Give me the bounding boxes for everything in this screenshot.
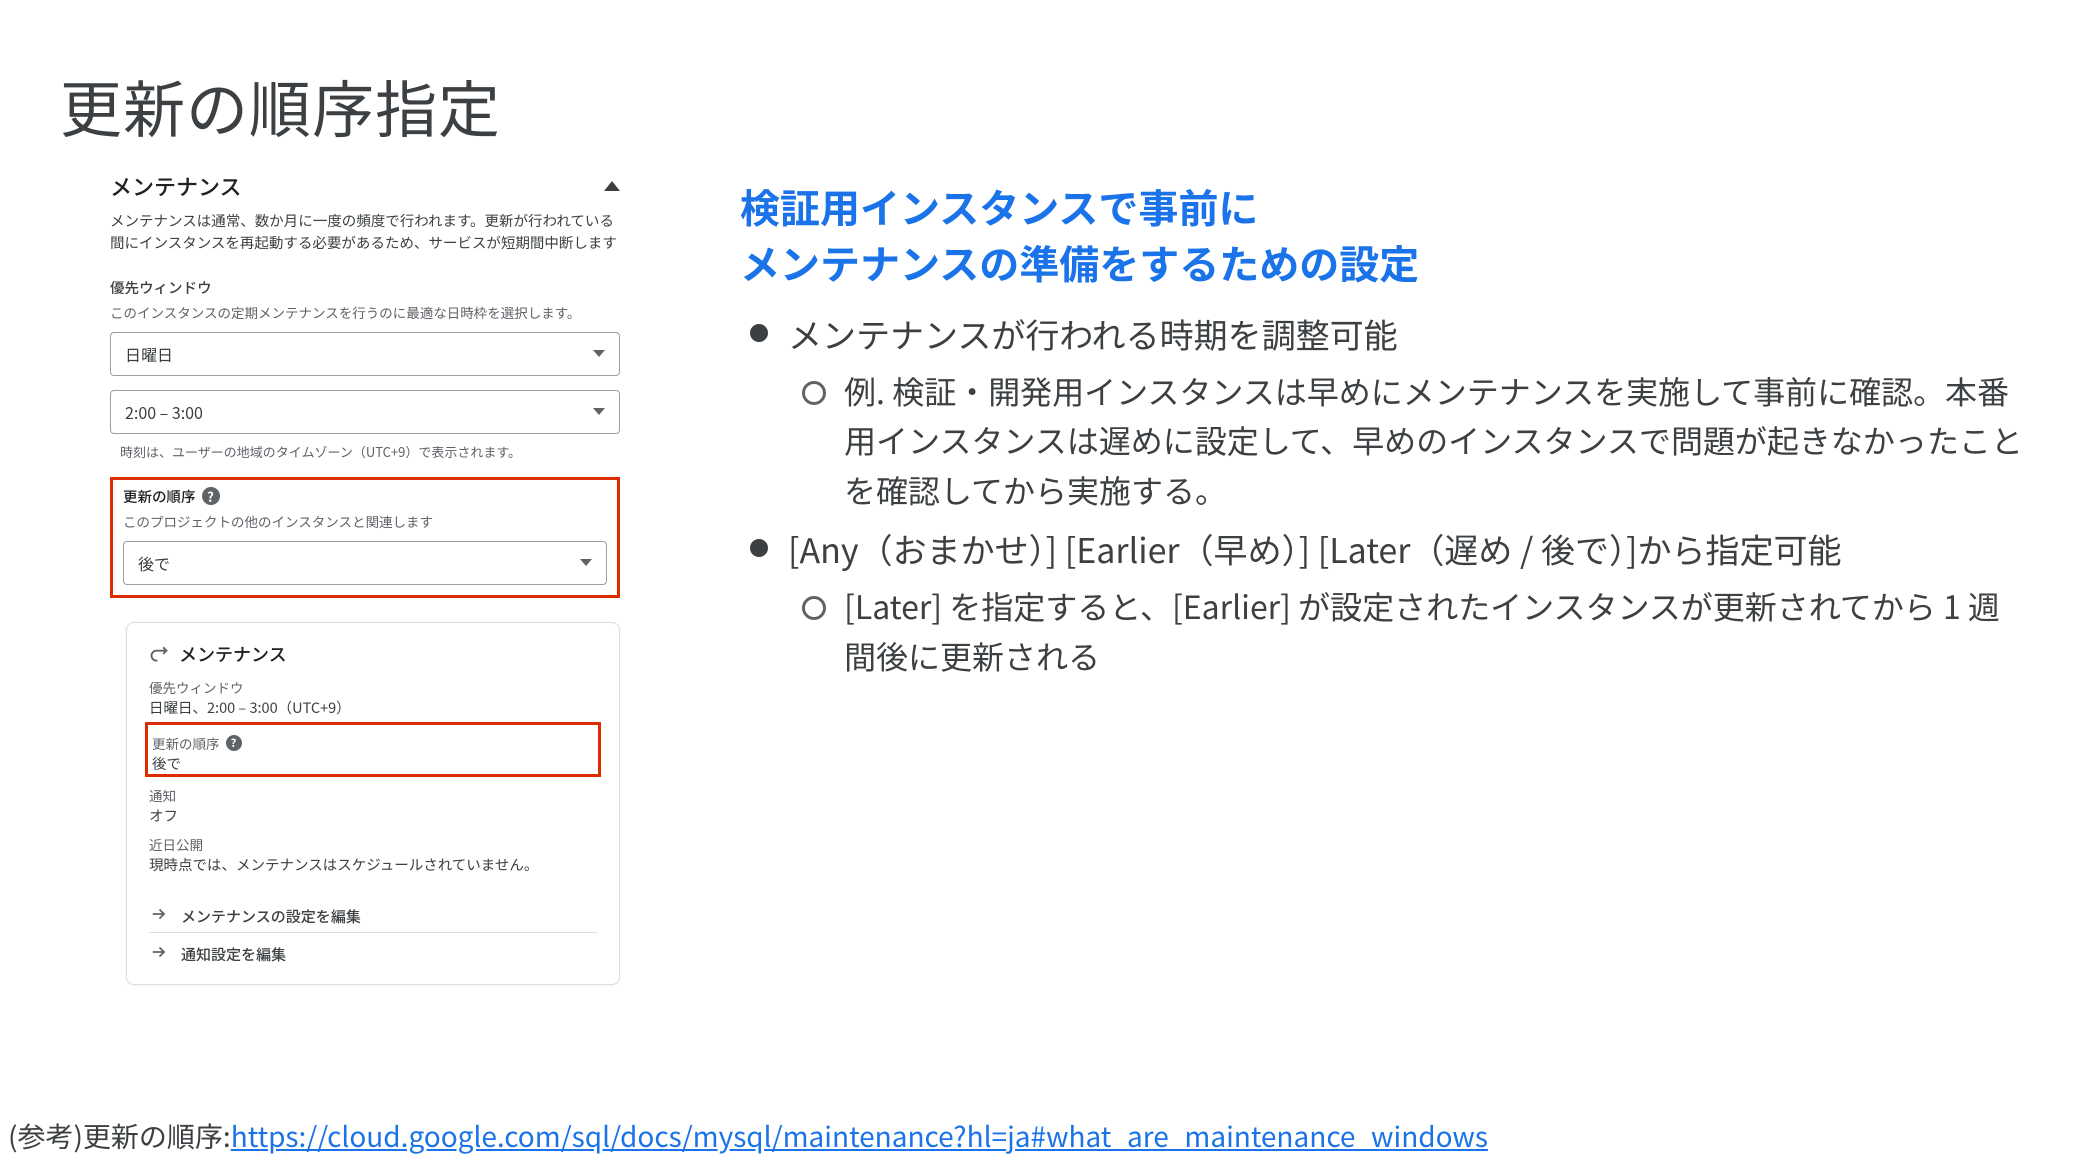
bullet-2: [Any（おまかせ）] [Earlier（早め）] [Later（遅め / 後で… xyxy=(740,523,2028,681)
help-icon[interactable]: ? xyxy=(202,487,220,505)
preferred-window-description: このインスタンスの定期メンテナンスを行うのに最適な日時枠を選択します。 xyxy=(110,302,620,322)
update-order-highlight: 更新の順序 ? このプロジェクトの他のインスタンスと関連します 後で xyxy=(110,477,620,598)
edit-maintenance-link[interactable]: メンテナンスの設定を編集 xyxy=(149,891,597,928)
card-notif-value: オフ xyxy=(149,805,597,826)
time-select[interactable]: 2:00 – 3:00 xyxy=(110,390,620,434)
edit-notification-label: 通知設定を編集 xyxy=(181,944,286,965)
arrow-right-icon xyxy=(149,943,167,966)
timezone-note: 時刻は、ユーザーの地域のタイムゾーン（UTC+9）で表示されます。 xyxy=(120,442,620,461)
card-upcoming-value: 現時点では、メンテナンスはスケジュールされていません。 xyxy=(149,854,597,875)
reference-link[interactable]: https://cloud.google.com/sql/docs/mysql/… xyxy=(231,1116,1488,1156)
arrow-right-icon xyxy=(149,905,167,928)
preferred-window-heading: 優先ウィンドウ xyxy=(110,277,620,298)
refresh-icon xyxy=(149,644,169,664)
card-title-text: メンテナンス xyxy=(179,641,287,667)
update-order-description: このプロジェクトの他のインスタンスと関連します xyxy=(123,511,607,531)
panel-description: メンテナンスは通常、数か月に一度の頻度で行われます。更新が行われている間にインス… xyxy=(110,210,620,255)
card-pref-label: 優先ウィンドウ xyxy=(149,677,597,697)
card-order-value: 後で xyxy=(152,753,594,774)
chevron-up-icon[interactable] xyxy=(604,181,620,191)
slide-title: 更新の順序指定 xyxy=(60,60,2028,150)
maintenance-summary-card: メンテナンス 優先ウィンドウ 日曜日、2:00 – 3:00（UTC+9） 更新… xyxy=(126,622,620,985)
edit-notification-link[interactable]: 通知設定を編集 xyxy=(149,932,597,966)
update-order-value: 後で xyxy=(138,551,170,575)
panel-title: メンテナンス xyxy=(110,170,242,202)
card-upcoming-label: 近日公開 xyxy=(149,834,597,854)
help-icon[interactable]: ? xyxy=(226,735,242,751)
bullet-1: メンテナンスが行われる時期を調整可能 例. 検証・開発用インスタンスは早めにメン… xyxy=(740,308,2028,515)
day-select-value: 日曜日 xyxy=(125,342,173,366)
time-select-value: 2:00 – 3:00 xyxy=(125,400,203,424)
section-heading: 検証用インスタンスで事前に メンテナンスの準備をするための設定 xyxy=(740,178,2028,290)
bullet-1-sub-1: 例. 検証・開発用インスタンスは早めにメンテナンスを実施して事前に確認。本番用イ… xyxy=(788,367,2028,516)
caret-down-icon xyxy=(593,408,605,415)
edit-maintenance-label: メンテナンスの設定を編集 xyxy=(181,906,361,927)
bullet-2-sub-1: [Later] を指定すると、[Earlier] が設定されたインスタンスが更新… xyxy=(788,582,2028,681)
caret-down-icon xyxy=(593,350,605,357)
caret-down-icon xyxy=(580,559,592,566)
update-order-select[interactable]: 後で xyxy=(123,541,607,585)
day-select[interactable]: 日曜日 xyxy=(110,332,620,376)
card-pref-value: 日曜日、2:00 – 3:00（UTC+9） xyxy=(149,697,597,718)
footer-reference: (参考)更新の順序:https://cloud.google.com/sql/d… xyxy=(8,1116,1488,1156)
card-order-label: 更新の順序 xyxy=(152,733,220,753)
card-order-highlight: 更新の順序 ? 後で xyxy=(145,722,601,777)
card-notif-label: 通知 xyxy=(149,785,597,805)
update-order-heading: 更新の順序 xyxy=(123,486,196,507)
